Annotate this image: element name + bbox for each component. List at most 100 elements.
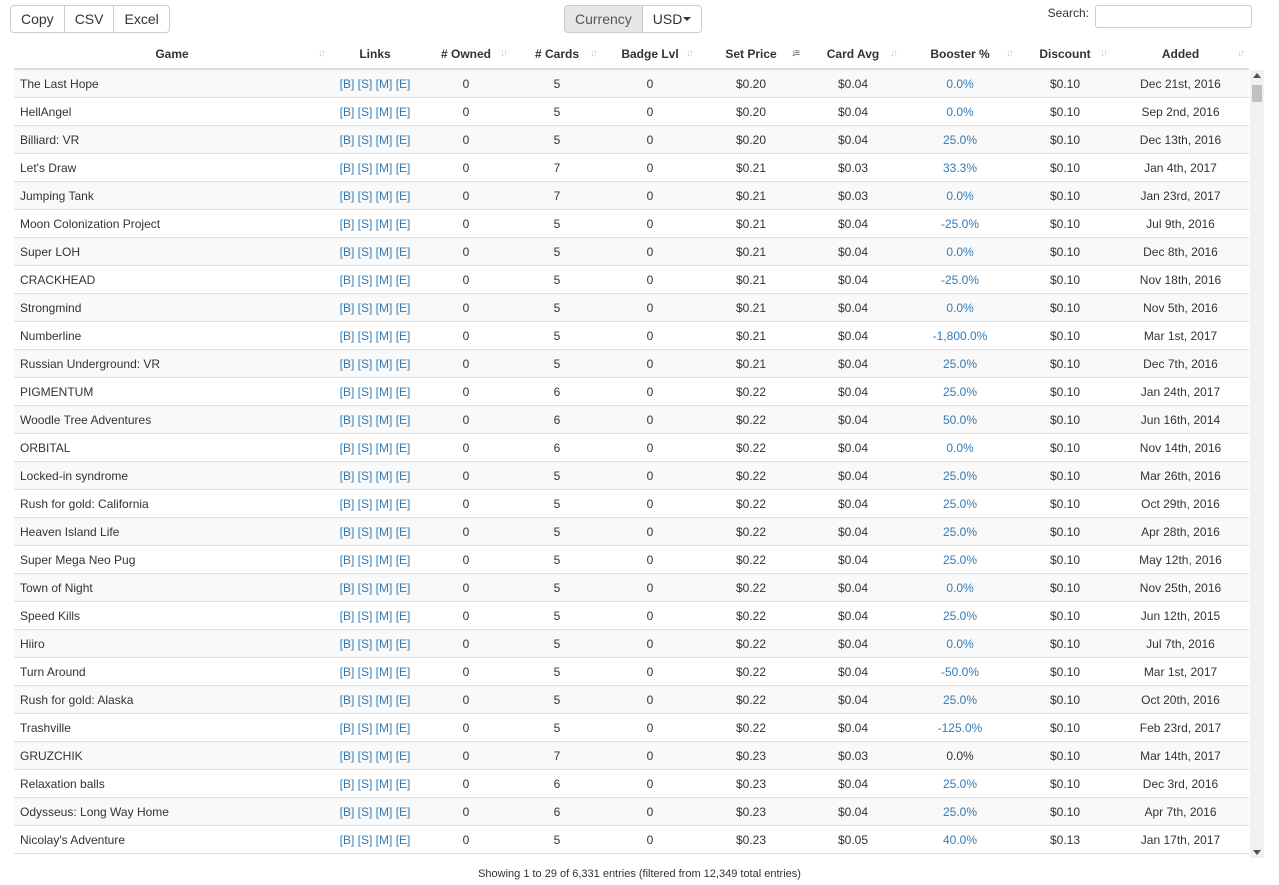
badge-link[interactable]: [B] (340, 833, 355, 847)
store-link[interactable]: [S] (358, 609, 373, 623)
badge-link[interactable]: [B] (340, 385, 355, 399)
market-link[interactable]: [M] (376, 469, 393, 483)
store-link[interactable]: [S] (358, 497, 373, 511)
exchange-link[interactable]: [E] (396, 413, 411, 427)
store-link[interactable]: [S] (358, 357, 373, 371)
store-link[interactable]: [S] (358, 301, 373, 315)
badge-link[interactable]: [B] (340, 749, 355, 763)
column-header[interactable]: Booster % ↓↑ (902, 40, 1018, 70)
sort-ascending-icon[interactable]: ↓≡ (791, 48, 800, 59)
market-link[interactable]: [M] (376, 441, 393, 455)
store-link[interactable]: [S] (358, 721, 373, 735)
exchange-link[interactable]: [E] (396, 637, 411, 651)
currency-dropdown[interactable]: USD (641, 5, 703, 33)
badge-link[interactable]: [B] (340, 161, 355, 175)
column-header[interactable]: # Cards ↓↑ (512, 40, 602, 70)
store-link[interactable]: [S] (358, 77, 373, 91)
store-link[interactable]: [S] (358, 581, 373, 595)
badge-link[interactable]: [B] (340, 665, 355, 679)
badge-link[interactable]: [B] (340, 497, 355, 511)
exchange-link[interactable]: [E] (396, 161, 411, 175)
copy-button[interactable]: Copy (10, 5, 65, 33)
exchange-link[interactable]: [E] (396, 189, 411, 203)
exchange-link[interactable]: [E] (396, 805, 411, 819)
market-link[interactable]: [M] (376, 721, 393, 735)
scrollbar-thumb[interactable] (1252, 85, 1262, 102)
store-link[interactable]: [S] (358, 525, 373, 539)
exchange-link[interactable]: [E] (396, 497, 411, 511)
store-link[interactable]: [S] (358, 749, 373, 763)
badge-link[interactable]: [B] (340, 721, 355, 735)
exchange-link[interactable]: [E] (396, 301, 411, 315)
store-link[interactable]: [S] (358, 329, 373, 343)
exchange-link[interactable]: [E] (396, 581, 411, 595)
badge-link[interactable]: [B] (340, 105, 355, 119)
vertical-scrollbar[interactable] (1250, 70, 1264, 858)
column-header[interactable]: Card Avg ↓↑ (804, 40, 902, 70)
column-header[interactable]: Set Price ↓≡ (698, 40, 804, 70)
badge-link[interactable]: [B] (340, 217, 355, 231)
exchange-link[interactable]: [E] (396, 833, 411, 847)
market-link[interactable]: [M] (376, 609, 393, 623)
exchange-link[interactable]: [E] (396, 245, 411, 259)
store-link[interactable]: [S] (358, 105, 373, 119)
exchange-link[interactable]: [E] (396, 469, 411, 483)
column-header[interactable]: # Owned ↓↑ (420, 40, 512, 70)
column-header[interactable]: Added ↓↑ (1112, 40, 1249, 70)
badge-link[interactable]: [B] (340, 469, 355, 483)
store-link[interactable]: [S] (358, 637, 373, 651)
exchange-link[interactable]: [E] (396, 609, 411, 623)
badge-link[interactable]: [B] (340, 189, 355, 203)
badge-link[interactable]: [B] (340, 805, 355, 819)
market-link[interactable]: [M] (376, 245, 393, 259)
column-header[interactable]: Game ↓↑ (14, 40, 330, 70)
store-link[interactable]: [S] (358, 413, 373, 427)
market-link[interactable]: [M] (376, 273, 393, 287)
sort-icon[interactable]: ↓↑ (318, 48, 326, 59)
store-link[interactable]: [S] (358, 189, 373, 203)
market-link[interactable]: [M] (376, 805, 393, 819)
exchange-link[interactable]: [E] (396, 777, 411, 791)
market-link[interactable]: [M] (376, 833, 393, 847)
search-input[interactable] (1095, 5, 1252, 28)
store-link[interactable]: [S] (358, 805, 373, 819)
store-link[interactable]: [S] (358, 217, 373, 231)
store-link[interactable]: [S] (358, 553, 373, 567)
store-link[interactable]: [S] (358, 441, 373, 455)
store-link[interactable]: [S] (358, 777, 373, 791)
currency-label-button[interactable]: Currency (564, 5, 643, 33)
sort-icon[interactable]: ↓↑ (686, 48, 694, 59)
market-link[interactable]: [M] (376, 77, 393, 91)
badge-link[interactable]: [B] (340, 553, 355, 567)
store-link[interactable]: [S] (358, 133, 373, 147)
market-link[interactable]: [M] (376, 553, 393, 567)
exchange-link[interactable]: [E] (396, 273, 411, 287)
badge-link[interactable]: [B] (340, 777, 355, 791)
badge-link[interactable]: [B] (340, 273, 355, 287)
badge-link[interactable]: [B] (340, 441, 355, 455)
market-link[interactable]: [M] (376, 133, 393, 147)
badge-link[interactable]: [B] (340, 245, 355, 259)
csv-button[interactable]: CSV (63, 5, 115, 33)
store-link[interactable]: [S] (358, 161, 373, 175)
exchange-link[interactable]: [E] (396, 329, 411, 343)
market-link[interactable]: [M] (376, 693, 393, 707)
scroll-up-arrow-icon[interactable] (1253, 73, 1261, 78)
market-link[interactable]: [M] (376, 581, 393, 595)
store-link[interactable]: [S] (358, 273, 373, 287)
column-header[interactable]: Discount ↓↑ (1018, 40, 1112, 70)
badge-link[interactable]: [B] (340, 357, 355, 371)
scroll-down-arrow-icon[interactable] (1253, 850, 1261, 855)
market-link[interactable]: [M] (376, 777, 393, 791)
exchange-link[interactable]: [E] (396, 665, 411, 679)
exchange-link[interactable]: [E] (396, 133, 411, 147)
market-link[interactable]: [M] (376, 105, 393, 119)
badge-link[interactable]: [B] (340, 637, 355, 651)
badge-link[interactable]: [B] (340, 329, 355, 343)
market-link[interactable]: [M] (376, 749, 393, 763)
market-link[interactable]: [M] (376, 189, 393, 203)
exchange-link[interactable]: [E] (396, 553, 411, 567)
market-link[interactable]: [M] (376, 329, 393, 343)
exchange-link[interactable]: [E] (396, 693, 411, 707)
badge-link[interactable]: [B] (340, 693, 355, 707)
